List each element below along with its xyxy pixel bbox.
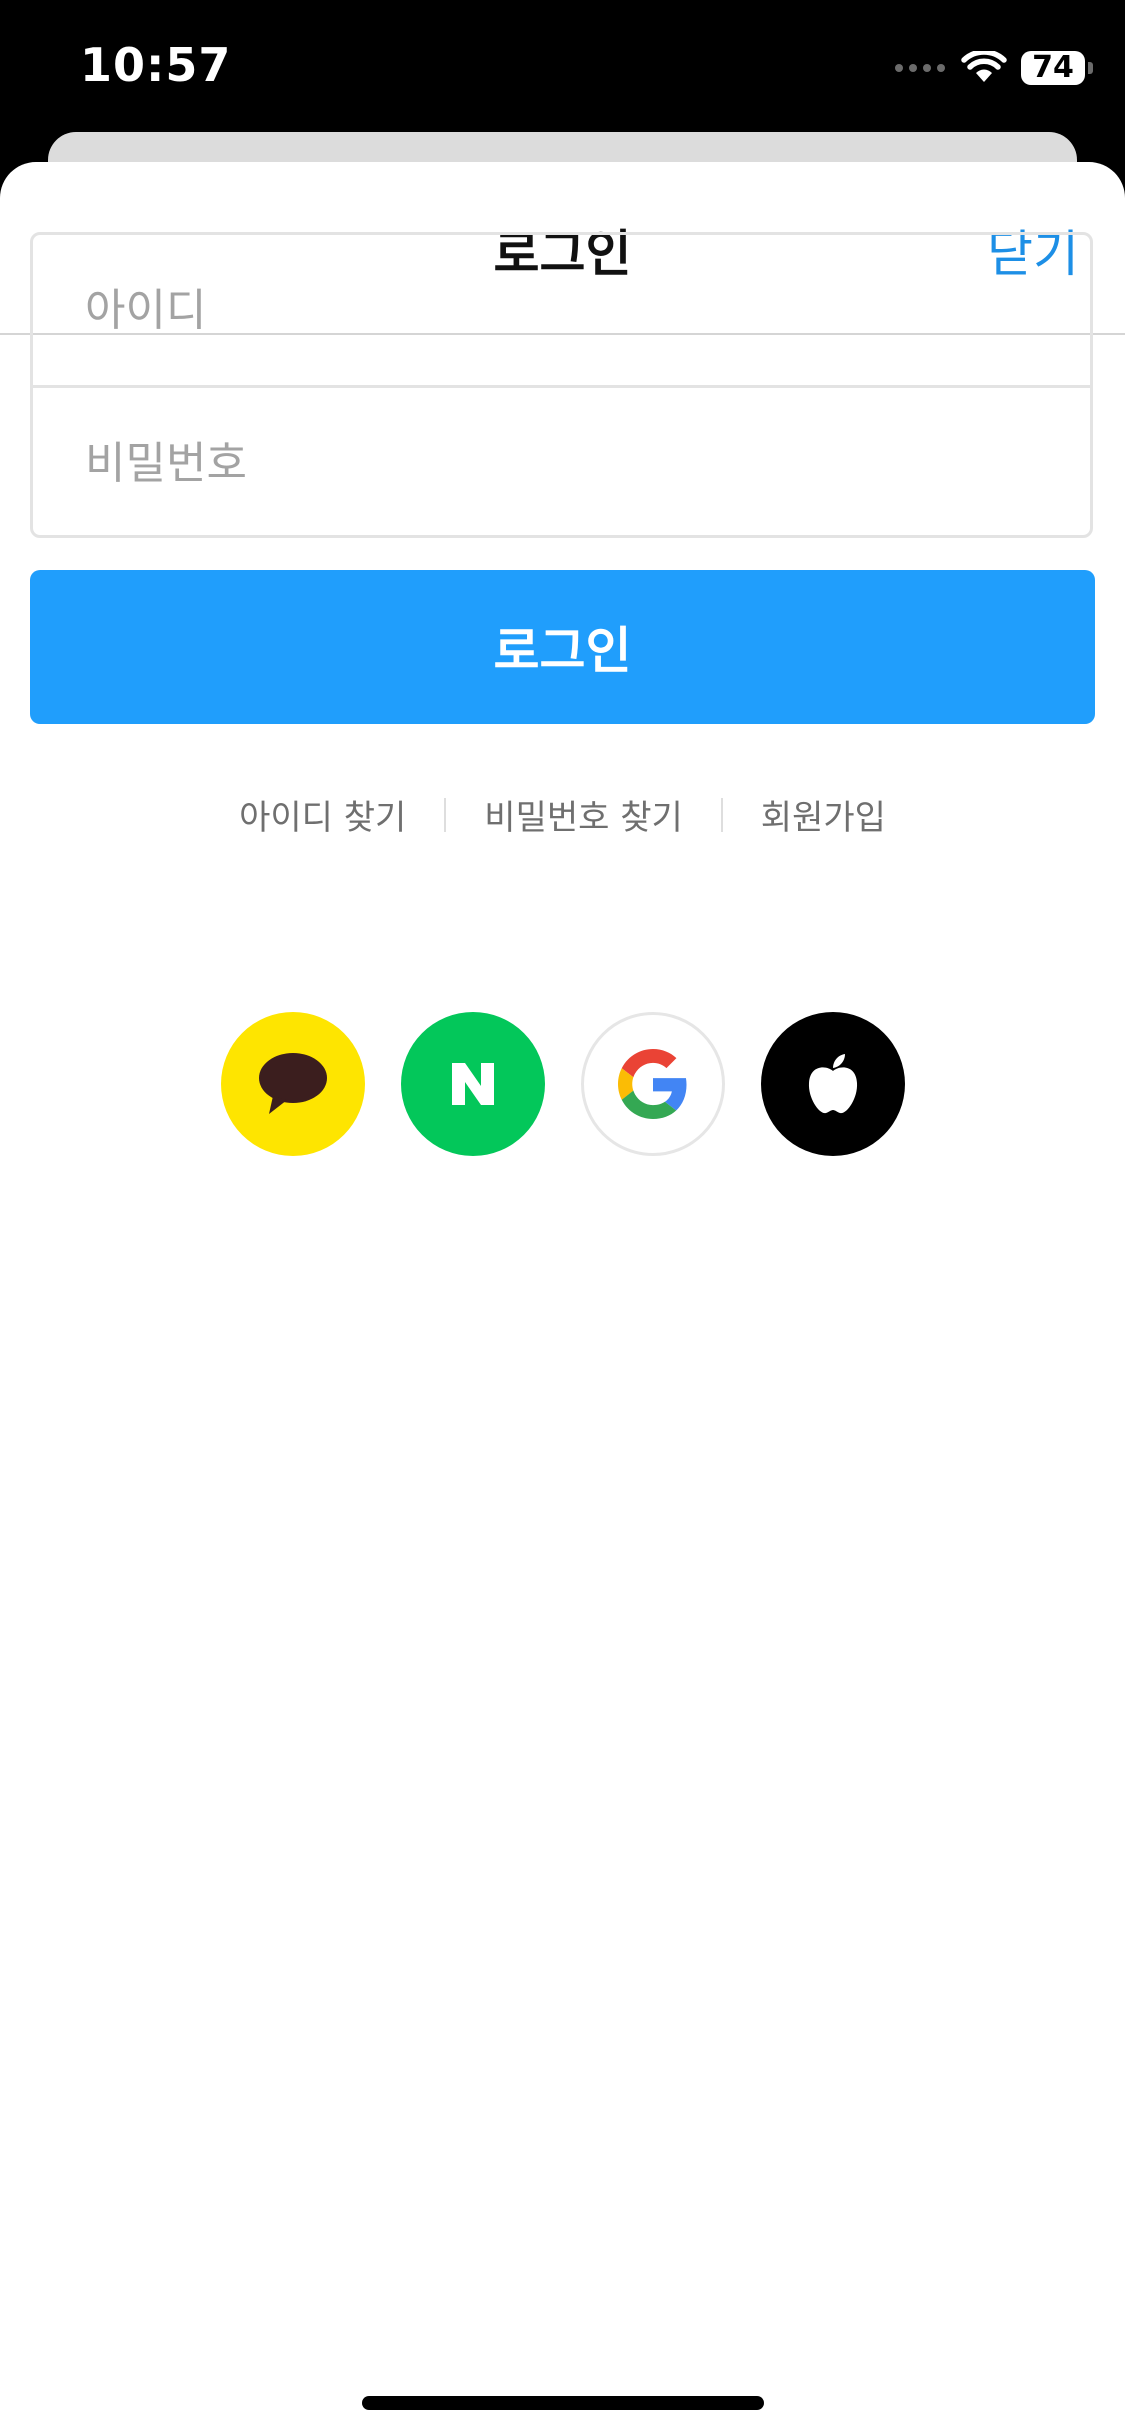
link-separator — [444, 797, 447, 832]
account-links: 아이디 찾기 비밀번호 찾기 회원가입 — [0, 790, 1125, 839]
status-bar: 10:57 74 — [0, 0, 1125, 140]
status-indicators: 74 — [895, 46, 1093, 90]
wifi-icon — [961, 51, 1007, 82]
password-input[interactable] — [33, 388, 1090, 535]
google-login-button[interactable] — [580, 1012, 725, 1156]
home-indicator — [362, 2396, 764, 2410]
login-button[interactable]: 로그인 — [30, 570, 1095, 724]
naver-icon — [451, 1063, 494, 1105]
kakao-talk-icon — [258, 1053, 327, 1114]
link-separator — [720, 797, 723, 832]
battery-icon: 74 — [1021, 50, 1093, 85]
find-id-link[interactable]: 아이디 찾기 — [239, 790, 406, 839]
battery-level: 74 — [1032, 50, 1074, 85]
social-login-row — [0, 1012, 1125, 1156]
google-icon — [617, 1049, 687, 1119]
status-time: 10:57 — [80, 38, 232, 92]
id-input[interactable] — [33, 235, 1090, 385]
signup-link[interactable]: 회원가입 — [761, 790, 886, 839]
cellular-signal-icon — [895, 64, 945, 72]
apple-login-button[interactable] — [760, 1012, 905, 1156]
naver-login-button[interactable] — [400, 1012, 545, 1156]
kakao-login-button[interactable] — [220, 1012, 365, 1156]
apple-icon — [808, 1054, 857, 1114]
find-password-link[interactable]: 비밀번호 찾기 — [484, 790, 683, 839]
login-form — [30, 232, 1093, 538]
